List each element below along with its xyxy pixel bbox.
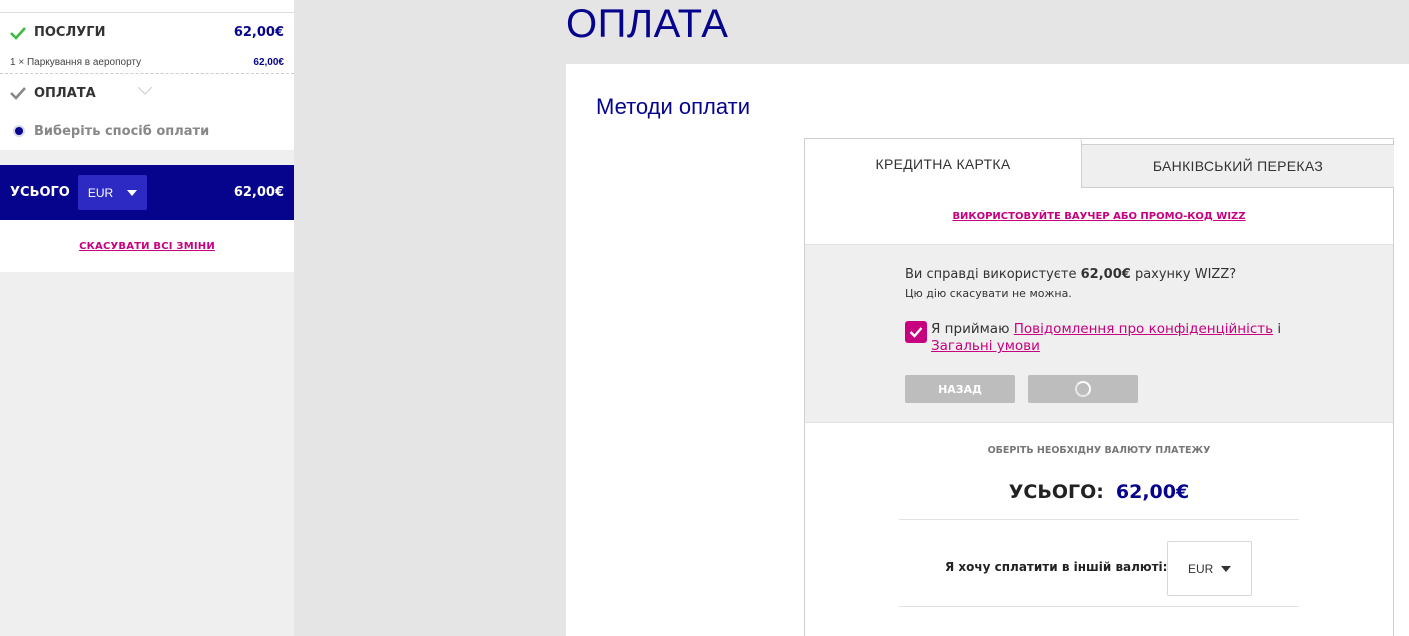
payment-methods-title: Методи оплати [596,94,750,119]
cancel-area: СКАСУВАТИ ВСІ ЗМІНИ [0,220,294,272]
payment-tabs-box: КРЕДИТНА КАРТКА БАНКІВСЬКИЙ ПЕРЕКАЗ ВИКО… [804,138,1394,636]
page-title: ОПЛАТА [566,2,729,46]
check-icon [10,25,26,41]
currency-value: EUR [87,185,114,200]
services-item-amount: 62,00€ [253,57,284,68]
pay-other-currency-row: Я хочу сплатити в іншій валюті: EUR [899,541,1299,596]
divider [899,606,1299,607]
total-amount: 62,00€ [233,185,284,200]
privacy-notice-link[interactable]: Повідомлення про конфіденційність [1014,321,1273,337]
voucher-row: ВИКОРИСТОВУЙТЕ ВАУЧЕР АБО ПРОМО-КОД WIZZ [805,188,1393,245]
back-button[interactable]: НАЗАД [905,375,1015,403]
check-icon [10,85,26,101]
checkmark-icon [909,327,923,338]
accept-checkbox[interactable] [905,321,927,343]
divider [899,519,1299,520]
services-item-row: 1 × Паркування в аеропорту 62,00€ [0,52,294,74]
services-title: ПОСЛУГИ [34,25,106,40]
services-item-label: 1 × Паркування в аеропорту [10,57,142,68]
pay-currency-value: EUR [1188,561,1214,576]
confirm-amount: 62,00€ [1080,267,1131,282]
caret-down-icon [1221,565,1231,572]
total-label: УСЬОГО [10,185,70,200]
confirm-note: Цю дію скасувати не можна. [905,287,1072,300]
voucher-promo-link[interactable]: ВИКОРИСТОВУЙТЕ ВАУЧЕР АБО ПРОМО-КОД WIZZ [952,211,1245,222]
cancel-all-changes-link[interactable]: СКАСУВАТИ ВСІ ЗМІНИ [79,241,215,252]
services-row: ПОСЛУГИ 62,00€ [0,12,294,52]
grand-total: УСЬОГО: 62,00€ [899,481,1299,503]
tab-bank-transfer[interactable]: БАНКІВСЬКИЙ ПЕРЕКАЗ [1082,144,1394,188]
payment-title: ОПЛАТА [34,85,96,101]
payment-panel: Методи оплати КРЕДИТНА КАРТКА БАНКІВСЬКИ… [566,64,1409,636]
wizz-account-confirm: Ви справді використуєте 62,00€ рахунку W… [805,245,1393,423]
accept-terms: Я приймаю Повідомлення про конфіденційні… [905,321,1305,355]
order-summary-sidebar: ПОСЛУГИ 62,00€ 1 × Паркування в аеропорт… [0,0,294,636]
accept-text: Я приймаю Повідомлення про конфіденційні… [931,321,1282,354]
choose-method-label: Виберіть спосіб оплати [34,123,210,139]
step-dot-icon [15,127,23,135]
confirm-question: Ви справді використуєте 62,00€ рахунку W… [905,267,1237,282]
terms-link[interactable]: Загальні умови [931,338,1040,354]
summary-card: ПОСЛУГИ 62,00€ 1 × Паркування в аеропорт… [0,0,294,150]
tab-credit-card[interactable]: КРЕДИТНА КАРТКА [805,139,1082,188]
services-amount: 62,00€ [233,25,284,40]
caret-down-icon [126,189,137,196]
grand-total-value: 62,00€ [1115,481,1190,503]
choose-method-row: Виберіть спосіб оплати [0,112,294,150]
pay-currency-select[interactable]: EUR [1167,541,1252,596]
pay-other-currency-label: Я хочу сплатити в іншій валюті: [945,560,1168,574]
total-bar: УСЬОГО EUR 62,00€ [0,165,294,220]
grand-total-label: УСЬОГО: [1008,481,1104,503]
spinner-icon [1075,381,1091,397]
notch-icon [138,87,152,95]
submit-loading-button[interactable] [1028,375,1138,403]
currency-select[interactable]: EUR [77,175,147,210]
choose-currency-label: ОБЕРІТЬ НЕОБХІДНУ ВАЛЮТУ ПЛАТЕЖУ [987,445,1211,456]
